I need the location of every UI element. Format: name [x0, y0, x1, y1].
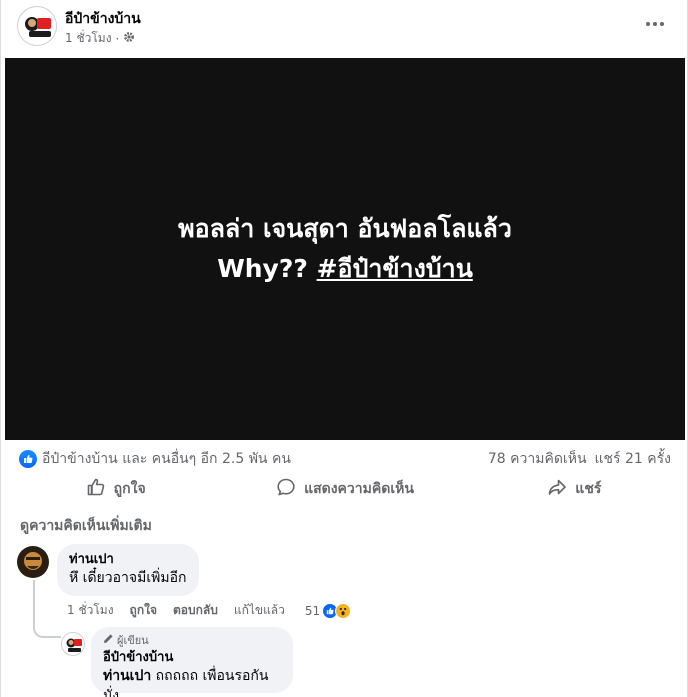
image-text-prefix: Why?? [217, 254, 308, 283]
thumbs-up-icon [86, 477, 106, 501]
like-reaction-icon [19, 450, 37, 468]
comment-label: แสดงความคิดเห็น [304, 481, 414, 497]
image-text-line2: Why?? #อีป๋าข้างบ้าน [217, 249, 473, 289]
comment-meta: 1 ชั่วโมง ถูกใจ ตอบกลับ แก้ไขแล้ว 51 [67, 601, 352, 620]
gear-icon[interactable] [123, 31, 135, 46]
comment-button[interactable]: แสดงความคิดเห็น [230, 470, 459, 508]
reply-thread-line [33, 580, 61, 638]
wow-reaction-icon [335, 602, 352, 619]
reply-text: ท่านเปา ถถถถถ เพื่อนรอกันมั่ง [103, 666, 281, 697]
meta-separator: · [115, 31, 120, 46]
post-meta: 1 ชั่วโมง · [65, 29, 135, 48]
page-name[interactable]: อีป๋าข้างบ้าน [65, 8, 141, 30]
comment-edited-label: แก้ไขแล้ว [233, 603, 285, 617]
commenter-avatar[interactable] [17, 546, 49, 578]
comment-icon [276, 477, 296, 501]
comment-like-button[interactable]: ถูกใจ [130, 601, 157, 620]
like-button[interactable]: ถูกใจ [1, 470, 230, 508]
author-badge-label: ผู้เขียน [117, 633, 149, 647]
engagement-counts: 78 ความคิดเห็น แชร์ 21 ครั้ง [488, 448, 671, 470]
action-bar: ถูกใจ แสดงความคิดเห็น แชร์ [1, 470, 688, 508]
post-image[interactable]: พอลล่า เจนสุดา อันฟอลโลแล้ว Why?? #อีป๋า… [5, 58, 685, 440]
post-time[interactable]: 1 ชั่วโมง [65, 29, 112, 48]
reply-author[interactable]: อีป๋าข้างบ้าน [103, 650, 281, 666]
page-avatar[interactable] [17, 6, 57, 46]
comment-reactions[interactable]: 51 [304, 602, 352, 619]
reaction-summary[interactable]: อีป๋าข้างบ้าน และ คนอื่นๆ อีก 2.5 พัน คน [19, 448, 291, 470]
shares-count[interactable]: แชร์ 21 ครั้ง [595, 448, 671, 470]
comment-reaction-count: 51 [304, 603, 321, 618]
author-badge: ผู้เขียน [103, 633, 281, 648]
share-icon [547, 477, 567, 501]
image-text-line1: พอลล่า เจนสุดา อันฟอลโลแล้ว [178, 214, 512, 243]
comment-text: หึ เดี๋ยวอาจมีเพิ่มอีก [69, 570, 187, 586]
like-label: ถูกใจ [113, 481, 146, 497]
comment-time[interactable]: 1 ชั่วโมง [67, 601, 114, 620]
view-more-comments-link[interactable]: ดูความคิดเห็นเพิ่มเติม [20, 515, 152, 537]
reply-bubble: ผู้เขียน อีป๋าข้างบ้าน ท่านเปา ถถถถถ เพื… [91, 627, 293, 697]
post-card: อีป๋าข้างบ้าน 1 ชั่วโมง · พอลล่า เจนสุดา… [0, 0, 688, 697]
comment-bubble: ท่านเปา หึ เดี๋ยวอาจมีเพิ่มอีก [57, 544, 199, 596]
comment-reply-button[interactable]: ตอบกลับ [173, 601, 218, 620]
reply-mention[interactable]: ท่านเปา [103, 668, 151, 684]
reaction-summary-text: อีป๋าข้างบ้าน และ คนอื่นๆ อีก 2.5 พัน คน [42, 451, 291, 467]
pencil-icon [103, 633, 114, 648]
share-button[interactable]: แชร์ [460, 470, 688, 508]
comments-count[interactable]: 78 ความคิดเห็น [488, 448, 587, 470]
comment-author[interactable]: ท่านเปา [69, 552, 187, 568]
image-hashtag: #อีป๋าข้างบ้าน [316, 254, 473, 283]
share-label: แชร์ [575, 481, 602, 497]
reply-author-avatar[interactable] [61, 632, 85, 656]
more-options-icon[interactable] [641, 12, 669, 36]
